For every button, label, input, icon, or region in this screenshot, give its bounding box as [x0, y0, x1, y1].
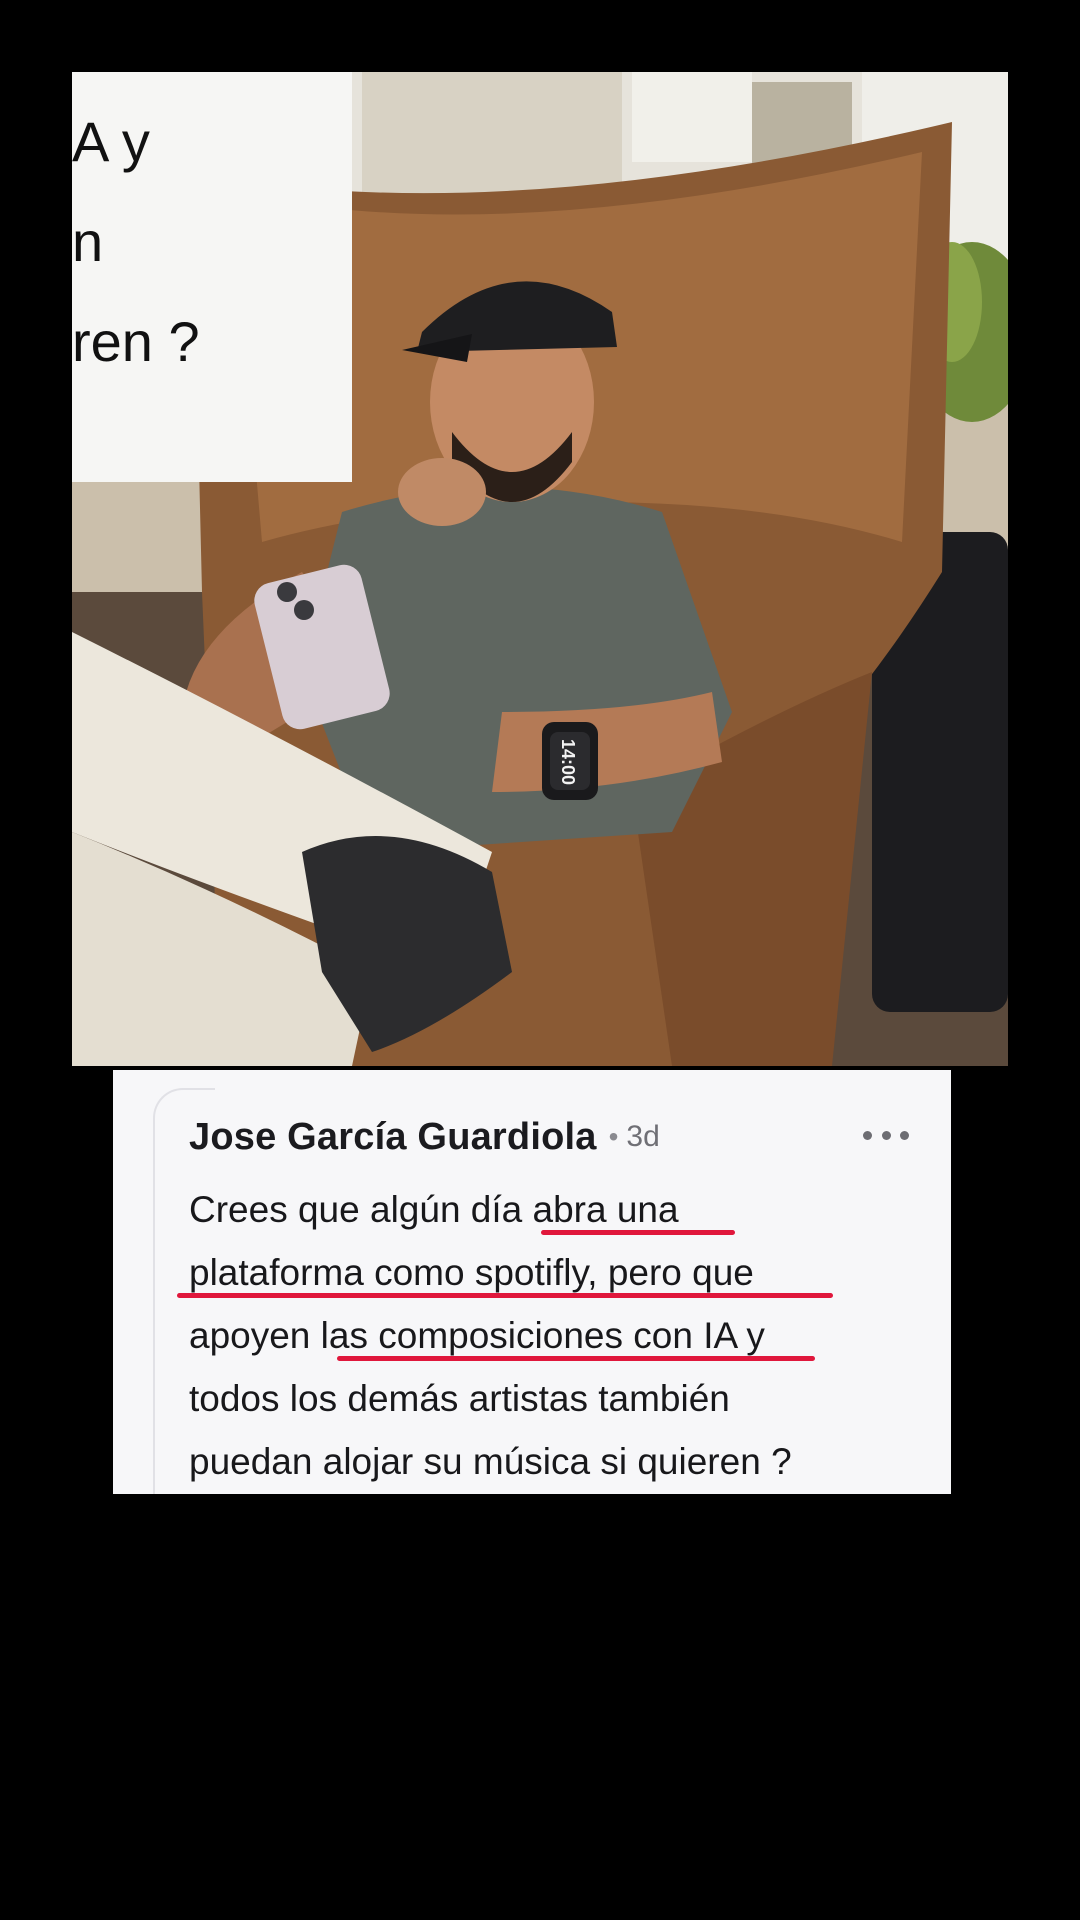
- separator-dot: •: [608, 1121, 619, 1152]
- comment-text: Crees que algún día abra una: [189, 1189, 679, 1230]
- screen: 14:00 A y n ren ? Jose García Guardiola …: [0, 0, 1080, 1920]
- comment-text: plataforma como spotifly, pero que: [189, 1252, 754, 1293]
- more-horizontal-icon: [863, 1130, 872, 1140]
- comment-line: plataforma como spotifly, pero que: [177, 1241, 929, 1304]
- highlight-underline: [541, 1230, 735, 1235]
- comment-header: Jose García Guardiola • 3d: [189, 1110, 921, 1164]
- watch-time: 14:00: [558, 739, 578, 785]
- comment-card: Jose García Guardiola • 3d Crees que alg…: [113, 1070, 951, 1494]
- comment-text: puedan alojar su música si quieren ?: [189, 1441, 792, 1482]
- highlight-underline: [337, 1356, 815, 1361]
- video-frame[interactable]: 14:00 A y n ren ?: [72, 72, 1008, 1066]
- comment-line: todos los demás artistas también: [189, 1367, 929, 1430]
- overlay-fragment: n: [72, 210, 104, 273]
- comment-text: apoyen las composiciones con IA y: [189, 1315, 765, 1356]
- comment-line: puedan alojar su música si quieren ?: [189, 1430, 929, 1493]
- comment-text: todos los demás artistas también: [189, 1378, 730, 1419]
- comment-line: apoyen las composiciones con IA y: [189, 1304, 929, 1367]
- highlight-underline: [177, 1293, 833, 1298]
- comment-line: Crees que algún día abra una: [189, 1178, 929, 1241]
- comment-author[interactable]: Jose García Guardiola: [189, 1116, 597, 1159]
- overlay-fragment: A y: [72, 110, 150, 173]
- overlay-fragment: ren ?: [72, 310, 200, 373]
- comment-body: Crees que algún día abra una plataforma …: [177, 1178, 929, 1493]
- more-options-button[interactable]: [863, 1120, 909, 1150]
- video-text-overlay: A y n ren ?: [72, 72, 352, 482]
- comment-age: 3d: [626, 1120, 660, 1153]
